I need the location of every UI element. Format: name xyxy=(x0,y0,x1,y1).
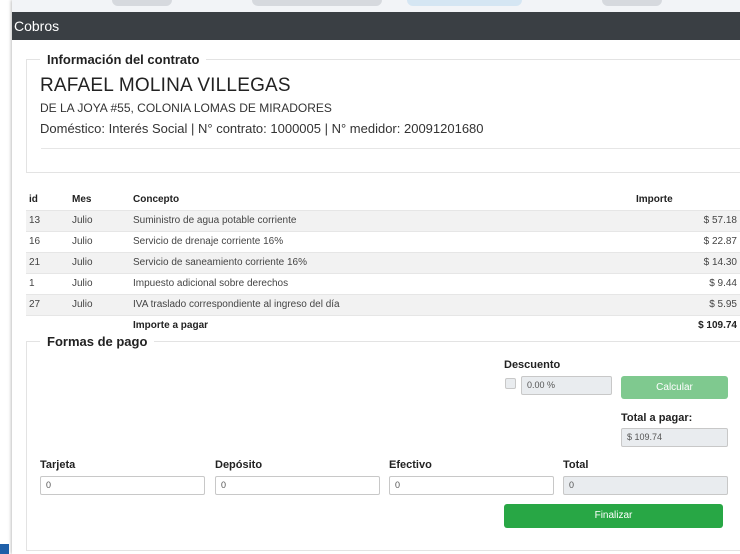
cell-month: Julio xyxy=(69,230,130,252)
background-tab xyxy=(112,0,172,6)
total-to-pay-label: Total a pagar: xyxy=(621,412,693,424)
divider xyxy=(41,148,740,149)
total-label: Total xyxy=(563,459,589,471)
cash-amount-input[interactable]: 0 xyxy=(389,476,554,495)
deposit-label: Depósito xyxy=(215,459,263,471)
background-accent xyxy=(0,544,9,554)
cell-month: Julio xyxy=(69,209,130,231)
cell-month: Julio xyxy=(69,272,130,294)
table-row: 1 Julio Impuesto adicional sobre derecho… xyxy=(26,272,740,294)
column-header-concept: Concepto xyxy=(133,194,180,206)
discount-field[interactable]: 0.00 % xyxy=(521,376,612,395)
cell-concept: Servicio de saneamiento corriente 16% xyxy=(130,251,633,273)
background-page-edge xyxy=(0,0,9,554)
total-amount: $ 109.74 xyxy=(633,314,740,336)
cell-amount: $ 14.30 xyxy=(633,251,740,273)
cell-id: 13 xyxy=(26,209,69,231)
card-label: Tarjeta xyxy=(40,459,76,471)
discount-label: Descuento xyxy=(504,359,561,371)
total-label: Importe a pagar xyxy=(130,314,633,336)
total-amount-field[interactable]: 0 xyxy=(563,476,728,495)
cell-month: Julio xyxy=(69,251,130,273)
total-row: Importe a pagar $ 109.74 xyxy=(26,314,740,336)
cell-id: 21 xyxy=(26,251,69,273)
cell-empty xyxy=(69,314,130,336)
cell-empty xyxy=(26,314,69,336)
cell-id: 16 xyxy=(26,230,69,252)
total-to-pay-field[interactable]: $ 109.74 xyxy=(621,428,728,447)
discount-checkbox[interactable] xyxy=(505,378,516,389)
cell-id: 1 xyxy=(26,272,69,294)
table-row: 16 Julio Servicio de drenaje corriente 1… xyxy=(26,230,740,252)
cell-amount: $ 9.44 xyxy=(633,272,740,294)
table-row: 13 Julio Suministro de agua potable corr… xyxy=(26,209,740,231)
table-row: 27 Julio IVA traslado correspondiente al… xyxy=(26,293,740,315)
deposit-amount-input[interactable]: 0 xyxy=(215,476,380,495)
background-tab xyxy=(252,0,382,6)
cell-amount: $ 57.18 xyxy=(633,209,740,231)
cell-amount: $ 22.87 xyxy=(633,230,740,252)
client-address: DE LA JOYA #55, COLONIA LOMAS DE MIRADOR… xyxy=(40,101,332,115)
cobros-dialog: Cobros Información del contrato RAFAEL M… xyxy=(12,0,740,554)
charges-table: id Mes Concepto Importe 13 Julio Suminis… xyxy=(26,190,740,336)
background-tabs-strip xyxy=(12,0,740,12)
background-tab xyxy=(407,0,522,6)
cash-label: Efectivo xyxy=(389,459,432,471)
cell-amount: $ 5.95 xyxy=(633,293,740,315)
calculate-button[interactable]: Calcular xyxy=(621,376,728,399)
client-name: RAFAEL MOLINA VILLEGAS xyxy=(40,75,291,96)
cell-concept: Servicio de drenaje corriente 16% xyxy=(130,230,633,252)
column-header-month: Mes xyxy=(72,194,92,206)
column-header-id: id xyxy=(29,194,38,206)
column-header-amount: Importe xyxy=(636,194,673,206)
cell-concept: Impuesto adicional sobre derechos xyxy=(130,272,633,294)
cell-id: 27 xyxy=(26,293,69,315)
contract-info-legend: Información del contrato xyxy=(47,52,200,67)
background-tab xyxy=(602,0,662,6)
table-row: 21 Julio Servicio de saneamiento corrien… xyxy=(26,251,740,273)
payment-methods-legend: Formas de pago xyxy=(47,334,148,349)
cell-concept: IVA traslado correspondiente al ingreso … xyxy=(130,293,633,315)
finish-button[interactable]: Finalizar xyxy=(504,504,723,528)
contract-details: Doméstico: Interés Social | N° contrato:… xyxy=(40,121,484,136)
cell-month: Julio xyxy=(69,293,130,315)
card-amount-input[interactable]: 0 xyxy=(40,476,205,495)
dialog-title: Cobros xyxy=(12,12,740,40)
cell-concept: Suministro de agua potable corriente xyxy=(130,209,633,231)
